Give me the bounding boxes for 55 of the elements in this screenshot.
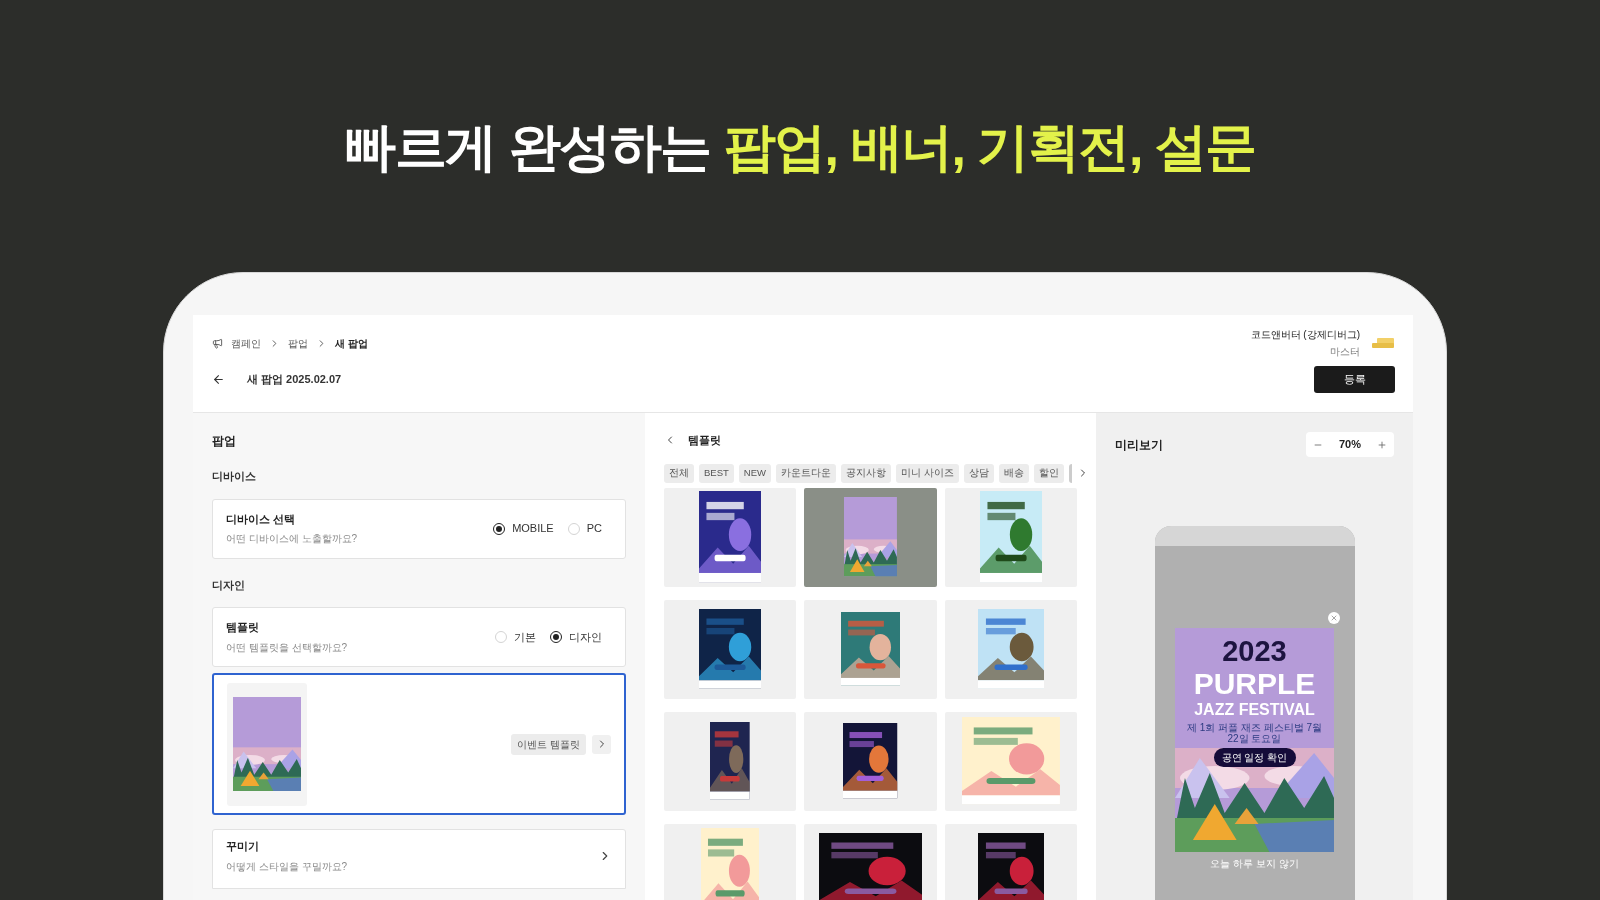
category-chip[interactable]: 카운트다운 xyxy=(776,463,836,483)
template-card[interactable] xyxy=(664,487,797,587)
popup-year: 2023 xyxy=(1222,634,1287,668)
popup-info: 제 1회 퍼플 재즈 페스티벌 7월 22일 토요일 xyxy=(1186,722,1323,744)
template-card[interactable] xyxy=(944,487,1077,587)
category-chip[interactable]: 전체 xyxy=(664,463,694,483)
template-card[interactable] xyxy=(804,823,937,900)
next-button[interactable] xyxy=(592,734,611,754)
category-chip[interactable]: 상담 xyxy=(963,463,994,483)
panel-title: 템플릿 xyxy=(688,433,721,448)
user-role: 마스터 xyxy=(1330,345,1360,359)
category-chip[interactable]: 미니 사이즈 xyxy=(896,463,959,483)
section-heading: 디자인 xyxy=(212,577,246,593)
radio-option[interactable]: MOBILE xyxy=(493,520,554,537)
popup-title: PURPLE xyxy=(1193,668,1316,700)
card-title: 템플릿 xyxy=(226,620,260,636)
section-heading: 디바이스 xyxy=(212,469,257,484)
badge-icon xyxy=(1372,338,1394,348)
popup-subtitle: JAZZ FESTIVAL xyxy=(1194,700,1315,719)
megaphone-icon xyxy=(212,338,223,349)
back-arrow-icon[interactable] xyxy=(212,373,225,386)
card-description: 어떤 템플릿을 선택할까요? xyxy=(226,640,348,655)
radio-option[interactable]: PC xyxy=(567,520,602,537)
card-title: 꾸미기 xyxy=(226,839,260,855)
headline: 빠르게 완성하는 팝업, 배너, 기획전, 설문 xyxy=(344,117,1256,178)
zoom-in-icon[interactable] xyxy=(1377,439,1387,450)
card-title: 디바이스 선택 xyxy=(226,511,297,527)
zoom-level: 70% xyxy=(1339,437,1361,453)
card-description: 어떤 디바이스에 노출할까요? xyxy=(226,532,358,547)
category-chip[interactable]: NEW xyxy=(738,463,771,483)
template-card[interactable] xyxy=(944,823,1077,900)
category-chip[interactable]: BEST xyxy=(699,463,734,483)
radio-option[interactable]: 기본 xyxy=(495,628,536,646)
template-card[interactable] xyxy=(944,599,1077,699)
panel-title: 팝업 xyxy=(212,433,237,450)
template-tag: 이벤트 템플릿 xyxy=(511,733,586,755)
template-card[interactable] xyxy=(804,711,937,811)
radio-option[interactable]: 디자인 xyxy=(550,628,602,646)
category-chip[interactable]: 공지사항 xyxy=(841,463,891,483)
setting-card[interactable]: 꾸미기 어떻게 스타일을 꾸밀까요? xyxy=(212,829,626,889)
breadcrumb-link[interactable]: 캠페인 xyxy=(231,336,261,351)
template-card[interactable] xyxy=(664,599,797,699)
template-card[interactable] xyxy=(664,711,797,811)
card-description: 어떻게 스타일을 꾸밀까요? xyxy=(226,859,348,874)
register-button[interactable]: 등록 xyxy=(1314,366,1395,393)
category-chip[interactable]: 할인 xyxy=(1033,463,1064,483)
close-icon xyxy=(1330,614,1338,622)
breadcrumb-link[interactable]: 팝업 xyxy=(288,336,308,351)
popup-button[interactable]: 공연 일정 확인 xyxy=(1213,748,1296,767)
breadcrumb-link[interactable]: 새 팝업 xyxy=(335,336,368,351)
category-chip[interactable]: 배송 xyxy=(998,463,1029,483)
user-name: 코드앤버터 (강제디버그) xyxy=(1250,328,1360,342)
selected-template-card[interactable]: 이벤트 템플릿 xyxy=(212,673,626,815)
panel-title: 미리보기 xyxy=(1115,436,1163,454)
page-title: 새 팝업 2025.02.07 xyxy=(247,372,342,388)
